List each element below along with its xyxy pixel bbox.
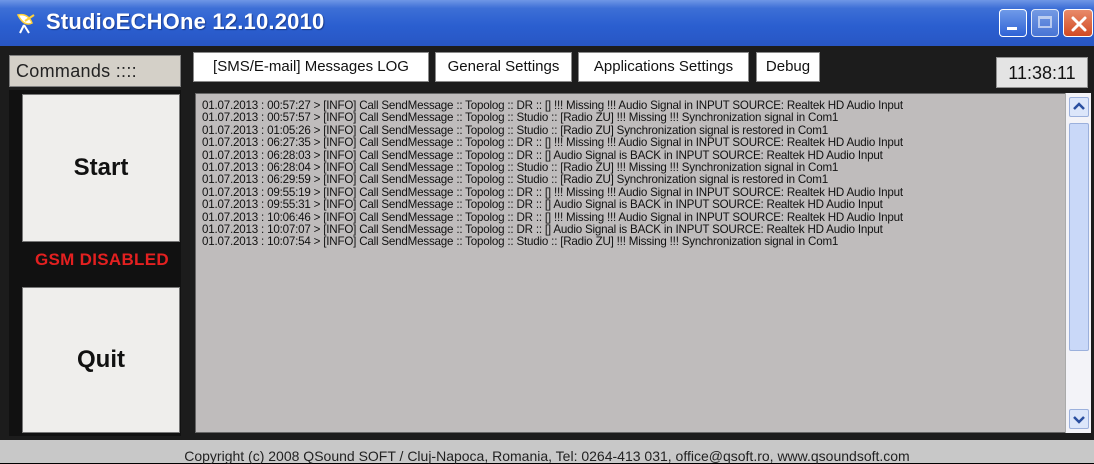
chevron-up-icon [1073, 102, 1085, 110]
tab-debug[interactable]: Debug [756, 52, 820, 82]
status-bar: Copyright (c) 2008 QSound SOFT / Cluj-Na… [0, 440, 1094, 464]
log-line: 01.07.2013 : 00:57:57 > [INFO] Call Send… [202, 111, 839, 125]
log-line: 01.07.2013 : 10:07:54 > [INFO] Call Send… [202, 235, 839, 249]
window-title: StudioECHOne 12.10.2010 [46, 9, 325, 34]
log-line: 01.07.2013 : 06:27:35 > [INFO] Call Send… [202, 136, 903, 150]
app-window: StudioECHOne 12.10.2010 Commands :::: [S… [0, 0, 1094, 464]
scroll-down-button[interactable] [1069, 409, 1089, 429]
satellite-dish-icon [14, 11, 42, 35]
messages-log[interactable]: 01.07.2013 : 00:57:27 > [INFO] Call Send… [195, 93, 1091, 433]
scroll-thumb[interactable] [1069, 123, 1089, 351]
start-button[interactable]: Start [22, 94, 180, 242]
maximize-button[interactable] [1031, 9, 1059, 37]
chevron-down-icon [1073, 416, 1085, 424]
close-button[interactable] [1063, 9, 1093, 37]
log-line: 01.07.2013 : 09:55:31 > [INFO] Call Send… [202, 198, 883, 212]
copyright-text: Copyright (c) 2008 QSound SOFT / Cluj-Na… [184, 448, 910, 464]
tab-applications-settings[interactable]: Applications Settings [578, 52, 749, 82]
clock-display: 11:38:11 [996, 57, 1088, 88]
tab-general-settings[interactable]: General Settings [435, 52, 572, 82]
commands-label: Commands :::: [9, 55, 181, 87]
quit-button[interactable]: Quit [22, 287, 180, 433]
title-bar[interactable]: StudioECHOne 12.10.2010 [0, 0, 1094, 46]
log-lines: 01.07.2013 : 00:57:27 > [INFO] Call Send… [202, 99, 1062, 249]
log-scrollbar[interactable] [1065, 93, 1091, 433]
close-icon [1071, 16, 1087, 32]
log-line: 01.07.2013 : 06:29:59 > [INFO] Call Send… [202, 173, 829, 187]
scroll-up-button[interactable] [1069, 97, 1089, 117]
tab-messages-log[interactable]: [SMS/E-mail] Messages LOG [193, 52, 429, 82]
gsm-status: GSM DISABLED [35, 250, 169, 269]
minimize-button[interactable] [999, 9, 1027, 37]
